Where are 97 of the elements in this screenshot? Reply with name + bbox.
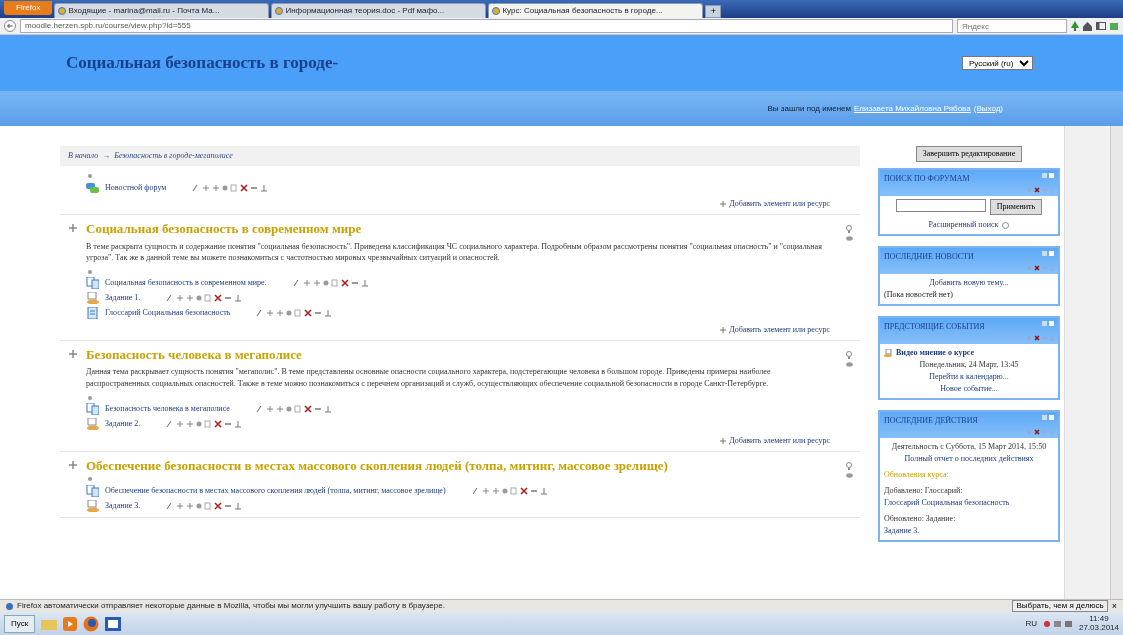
plus-icon	[720, 326, 727, 333]
scrollbar[interactable]	[1110, 126, 1123, 599]
media-player-icon[interactable]	[63, 616, 78, 631]
book-icon	[86, 307, 99, 320]
home-icon[interactable]	[1083, 21, 1092, 31]
breadcrumb-separator: →	[102, 150, 111, 162]
block-controls-drawing[interactable]	[1042, 415, 1054, 420]
update-link[interactable]: Задание 3.	[884, 525, 1054, 537]
block-link[interactable]: Полный отчет о последних действиях	[884, 453, 1054, 465]
chat-bubbles-icon	[86, 181, 99, 194]
block-link[interactable]: Добавить новую тему...	[884, 277, 1054, 289]
event-date: Понедельник, 24 Март, 13:45	[918, 359, 1020, 371]
apply-button[interactable]: Применить	[989, 199, 1043, 215]
start-button[interactable]: Пуск	[4, 614, 36, 633]
block-link[interactable]: Новое событие...	[884, 383, 1054, 395]
activity-link[interactable]: Задание 1.	[105, 292, 141, 305]
paper-in-hand-icon	[86, 418, 99, 431]
activity-link[interactable]: Обеспечение безопасности в местах массового скопления людей (толпа, митинг, массовое зрелище)	[105, 484, 446, 497]
section-title: Социальная безопасность в современном мире	[86, 221, 363, 237]
add-activity-link[interactable]: Добавить элемент или ресурс	[729, 324, 830, 334]
advanced-search-link[interactable]: Расширенный поиск	[928, 219, 999, 231]
activity-link[interactable]: Глоссарий Социальная безопасность	[105, 307, 231, 320]
event-date: Деятельность с Суббота, 15 Март 2014, 15:50	[890, 441, 1048, 453]
address-bar[interactable]: moodle.herzen.spb.ru/course/view.php?id=555	[20, 19, 953, 33]
update-text: Добавлено: Глоссарий:	[884, 485, 964, 497]
move-icon[interactable]	[69, 224, 77, 232]
keyboard-language[interactable]: RU	[1025, 617, 1037, 630]
block-edit-tools-drawing[interactable]	[1026, 187, 1054, 193]
plus-icon	[720, 437, 727, 444]
document-icon	[86, 484, 99, 497]
breadcrumb-link[interactable]: В начало	[68, 150, 99, 162]
edit-tools-drawing[interactable]	[166, 501, 244, 510]
activity-link[interactable]: Безопасность человека в мегаполисе	[105, 403, 230, 416]
lightbulb-icon[interactable]	[846, 225, 852, 233]
browser-tab[interactable]: Входящие - marina@mail.ru - Почта Ma...	[54, 3, 270, 18]
close-button[interactable]: ×	[1111, 601, 1117, 611]
document-icon	[86, 277, 99, 290]
block-edit-tools-drawing[interactable]	[1026, 335, 1054, 341]
paper-in-hand-icon	[86, 292, 99, 305]
move-icon[interactable]	[69, 460, 77, 469]
section-summary: В теме раскрыта сущность и содержание понятия "социальная безопасность". Приведена классификация ЧС социального характера. Подробным образом рассмотрены понятия "социальная опасность" и "социальная угроза". Так же в данной теме вы можете познакомиться с частотностью мировых чрезвычайных ситуаций и опасностей.	[86, 240, 823, 264]
section-title: Безопасность человека в мегаполисе	[86, 346, 303, 363]
notification-text: Firefox автоматически отправляет некоторые данные в Mozilla, чтобы мы могли улучшить вашу работу в браузере.	[17, 600, 445, 612]
breadcrumb-link[interactable]: Безопасность в городе-мегаполисе	[114, 150, 233, 162]
activity-link[interactable]: Задание 3.	[105, 499, 141, 512]
activity-link[interactable]: Новостной форум	[105, 181, 167, 194]
block-title: ПРЕДСТОЯЩИЕ СОБЫТИЯ	[884, 321, 985, 333]
forum-search-field[interactable]	[895, 199, 986, 212]
edit-tools-drawing[interactable]	[166, 420, 244, 429]
block-link[interactable]: Перейти к календарю...	[884, 371, 1054, 383]
event-link[interactable]: Видео мнение о курсе	[896, 347, 975, 359]
updates-heading: Обновления курса:	[884, 469, 950, 481]
move-icon[interactable]	[69, 349, 77, 358]
activity-link[interactable]: Задание 2.	[105, 418, 141, 431]
tray-icons-drawing[interactable]	[1042, 619, 1073, 628]
block-controls-drawing[interactable]	[1042, 173, 1054, 178]
edit-tools-drawing[interactable]	[256, 309, 334, 318]
add-activity-link[interactable]: Добавить элемент или ресурс	[729, 435, 830, 445]
browser-tab[interactable]: Информационная теория.doc - Pdf мафо...	[271, 3, 487, 18]
block-title: ПОИСК ПО ФОРУМАМ	[884, 173, 970, 185]
choose-sharing-button[interactable]: Выбрать, чем я делюсь	[1012, 600, 1108, 612]
add-activity-link[interactable]: Добавить элемент или ресурс	[729, 199, 830, 208]
new-tab-button[interactable]: +	[705, 5, 722, 18]
document-icon	[86, 403, 99, 416]
section-title: Обеспечение безопасности в местах массового скопления людей (толпа, митинг, массовое зрелище)	[86, 457, 669, 474]
edit-tools-drawing[interactable]	[471, 486, 549, 495]
sidebar-icon[interactable]	[1096, 22, 1106, 30]
plus-icon	[720, 201, 727, 208]
edit-tools-drawing[interactable]	[192, 183, 270, 192]
block-title: ПОСЛЕДНИЕ ДЕЙСТВИЯ	[884, 415, 978, 427]
section-summary: Данная тема раскрывает сущность понятия "мегаполис". В теме представлены основные опасности социального характера, подстерегающие человека в большом городе. Приведены примеры наиболее распространенных социальных опасностей. Также в теме можно познакомиться с перечнем организаций и служб, осуществляющих обеспечение социальной безопасности в городе Санкт-Петербурге.	[86, 366, 772, 390]
block-controls-drawing[interactable]	[1042, 321, 1054, 326]
back-arrow-icon[interactable]	[4, 20, 16, 32]
edit-tools-drawing[interactable]	[166, 294, 244, 303]
lightbulb-icon[interactable]	[846, 350, 852, 359]
block-text: (Пока новостей нет)	[884, 289, 954, 301]
language-select[interactable]: Русский (ru)	[962, 56, 1033, 70]
block-title: ПОСЛЕДНИЕ НОВОСТИ	[884, 251, 974, 263]
course-title: Социальная безопасность в городе-	[66, 52, 339, 74]
edit-tools-drawing[interactable]	[292, 279, 370, 288]
activity-link[interactable]: Социальная безопасность в современном мире.	[105, 277, 267, 290]
block-edit-tools-drawing[interactable]	[1026, 429, 1054, 435]
search-field[interactable]: Яндекс	[957, 19, 1067, 33]
browser-tab[interactable]: Курс: Социальная безопасность в городе...	[488, 3, 704, 18]
finish-editing-button[interactable]: Завершить редактирование	[915, 146, 1023, 162]
update-text: Обновлено: Задание:	[884, 513, 957, 525]
paper-in-hand-icon	[86, 499, 99, 512]
edit-tools-drawing[interactable]	[255, 405, 333, 414]
paper-in-hand-icon	[884, 349, 892, 357]
lightbulb-icon[interactable]	[846, 461, 852, 470]
login-info-text: Вы зашли под именем	[767, 102, 851, 115]
clock-time: 11:49	[1089, 614, 1109, 624]
tree-icon[interactable]	[1071, 21, 1079, 31]
block-controls-drawing[interactable]	[1042, 251, 1054, 256]
block-edit-tools-drawing[interactable]	[1026, 265, 1054, 271]
update-link[interactable]: Глоссарий Социальная безопасность	[884, 497, 1054, 509]
clock-date: 27.03.2014	[1078, 623, 1119, 633]
